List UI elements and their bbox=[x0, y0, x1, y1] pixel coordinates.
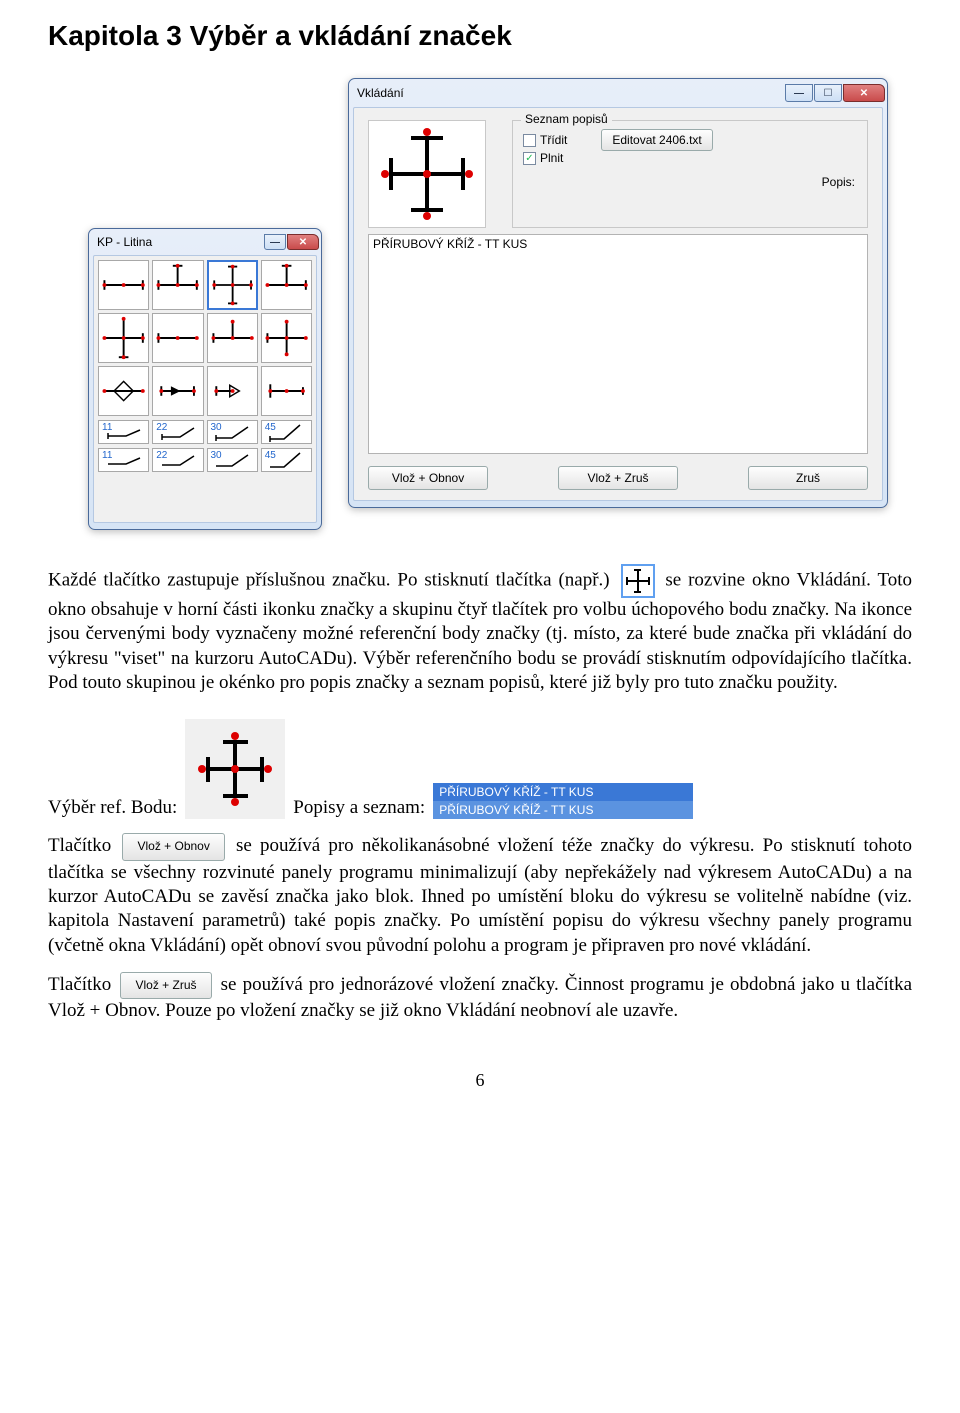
palette-item-selected[interactable] bbox=[207, 260, 258, 310]
degree-row-2: 11 22 30 45 bbox=[98, 448, 312, 472]
minimize-icon[interactable] bbox=[264, 234, 286, 250]
minimize-icon[interactable] bbox=[785, 84, 813, 102]
palette-item[interactable] bbox=[261, 366, 312, 416]
vloz-obnov-inline-button[interactable]: Vlož + Obnov bbox=[122, 833, 224, 860]
paragraph-3: Tlačítko Vlož + Zruš se používá pro jedn… bbox=[48, 972, 912, 1024]
chapter-title: Kapitola 3 Výběr a vkládání značek bbox=[48, 20, 912, 52]
deg-button-45-b[interactable]: 45 bbox=[261, 448, 312, 472]
palette-item[interactable] bbox=[207, 313, 258, 363]
deg-button-30[interactable]: 30 bbox=[207, 420, 258, 444]
screenshot-composite: Vkládání bbox=[48, 70, 912, 550]
plnit-checkbox[interactable]: ✓ bbox=[523, 152, 536, 165]
palette-item[interactable] bbox=[261, 260, 312, 310]
deg-button-30-b[interactable]: 30 bbox=[207, 448, 258, 472]
refpoint-picker-large[interactable] bbox=[368, 120, 486, 228]
kp-title: KP - Litina bbox=[97, 235, 264, 249]
list-item: PŘÍRUBOVÝ KŘÍŽ - TT KUS bbox=[433, 801, 693, 819]
kp-litina-window: KP - Litina bbox=[88, 228, 322, 530]
paragraph-2: Tlačítko Vlož + Obnov se používá pro něk… bbox=[48, 833, 912, 958]
vkladani-title: Vkládání bbox=[357, 86, 785, 100]
palette-item[interactable] bbox=[152, 313, 203, 363]
zrus-button[interactable]: Zruš bbox=[748, 466, 868, 490]
palette-item[interactable] bbox=[207, 366, 258, 416]
tridit-label: Třídit bbox=[540, 133, 567, 147]
list-item: PŘÍRUBOVÝ KŘÍŽ - TT KUS bbox=[433, 783, 693, 801]
palette-item[interactable] bbox=[98, 313, 149, 363]
plnit-label: Plnit bbox=[540, 151, 563, 165]
deg-button-11-b[interactable]: 11 bbox=[98, 448, 149, 472]
tridit-checkbox[interactable] bbox=[523, 134, 536, 147]
paragraph-1: Každé tlačítko zastupuje příslušnou znač… bbox=[48, 564, 912, 695]
para1-part-a: Každé tlačítko zastupuje příslušnou znač… bbox=[48, 569, 610, 590]
vyber-ref-bodu-label: Výběr ref. Bodu: bbox=[48, 797, 177, 819]
palette-item[interactable] bbox=[261, 313, 312, 363]
para3-part-a: Tlačítko bbox=[48, 974, 111, 995]
vloz-zrus-button[interactable]: Vlož + Zruš bbox=[558, 466, 678, 490]
deg-button-22[interactable]: 22 bbox=[152, 420, 203, 444]
popis-label: Popis: bbox=[523, 175, 857, 189]
maximize-icon[interactable] bbox=[814, 84, 842, 102]
close-icon[interactable] bbox=[843, 84, 885, 102]
seznam-legend: Seznam popisů bbox=[521, 112, 612, 126]
popis-listbox[interactable]: PŘÍRUBOVÝ KŘÍŽ - TT KUS bbox=[368, 234, 868, 454]
palette-item[interactable] bbox=[98, 260, 149, 310]
palette-item[interactable] bbox=[152, 260, 203, 310]
deg-button-11[interactable]: 11 bbox=[98, 420, 149, 444]
palette-item[interactable] bbox=[98, 366, 149, 416]
cross-pipe-small-icon bbox=[621, 564, 655, 598]
popisy-seznam-label: Popisy a seznam: bbox=[293, 797, 425, 819]
kp-titlebar: KP - Litina bbox=[89, 229, 321, 255]
cross-pipe-icon bbox=[383, 130, 471, 218]
close-icon[interactable] bbox=[287, 234, 319, 250]
page-number: 6 bbox=[48, 1070, 912, 1091]
vloz-zrus-inline-button[interactable]: Vlož + Zruš bbox=[120, 972, 211, 999]
vloz-obnov-button[interactable]: Vlož + Obnov bbox=[368, 466, 488, 490]
vkladani-titlebar: Vkládání bbox=[349, 79, 887, 107]
palette-item[interactable] bbox=[152, 366, 203, 416]
refpoint-demo-icon bbox=[185, 719, 285, 819]
degree-row-1: 11 22 30 45 bbox=[98, 420, 312, 444]
popis-list-demo: PŘÍRUBOVÝ KŘÍŽ - TT KUS PŘÍRUBOVÝ KŘÍŽ -… bbox=[433, 783, 693, 819]
para2-part-a: Tlačítko bbox=[48, 835, 111, 856]
editovat-button[interactable]: Editovat 2406.txt bbox=[601, 129, 712, 151]
seznam-popisu-group: Seznam popisů Třídit ✓ Plnit bbox=[512, 120, 868, 228]
deg-button-45[interactable]: 45 bbox=[261, 420, 312, 444]
vkladani-window: Vkládání bbox=[348, 78, 888, 508]
palette-grid bbox=[98, 260, 312, 416]
list-item[interactable]: PŘÍRUBOVÝ KŘÍŽ - TT KUS bbox=[373, 237, 863, 251]
inline-demo-row: Výběr ref. Bodu: Popisy a seznam: PŘÍRUB… bbox=[48, 719, 912, 819]
deg-button-22-b[interactable]: 22 bbox=[152, 448, 203, 472]
